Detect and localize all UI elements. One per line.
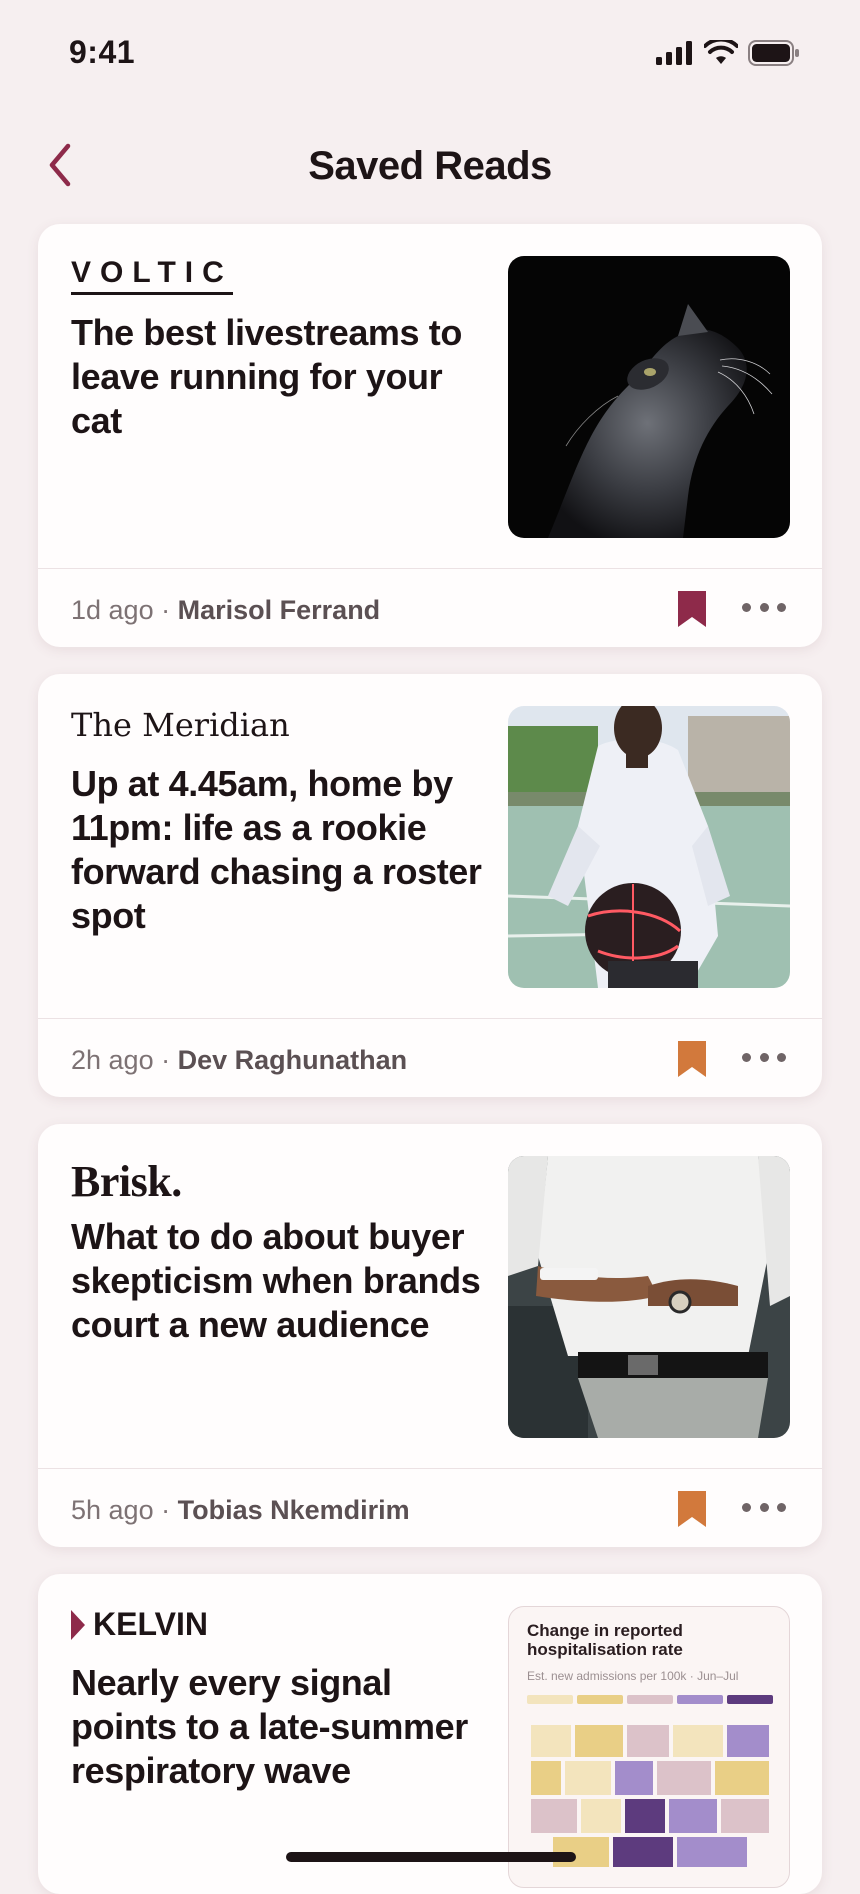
more-dot-icon: [742, 602, 751, 612]
article-meta: 5h ago · Tobias Nkemdirim: [71, 1495, 410, 1526]
publication-name: Brisk.: [71, 1157, 182, 1206]
home-indicator: [286, 1852, 576, 1862]
more-options-button[interactable]: [742, 597, 786, 617]
more-dot-icon: [759, 602, 769, 612]
battery-icon: [748, 40, 799, 66]
meta-separator: ·: [161, 595, 171, 625]
publication-name: KELVIN: [71, 1606, 491, 1643]
meta-separator: ·: [161, 1045, 171, 1075]
article-age: 2h ago: [71, 1045, 154, 1075]
meta-separator: ·: [161, 1495, 171, 1525]
bookmark-icon[interactable]: [678, 1491, 706, 1527]
more-dot-icon: [742, 1502, 751, 1512]
article-meta: 1d ago · Marisol Ferrand: [71, 595, 380, 626]
more-options-button[interactable]: [742, 1497, 786, 1517]
article-thumbnail[interactable]: [508, 1156, 790, 1438]
more-options-button[interactable]: [742, 1047, 786, 1067]
article-author: Tobias Nkemdirim: [177, 1495, 410, 1525]
article-card[interactable]: Brisk. What to do about buyer skepticism…: [38, 1124, 822, 1547]
status-time: 9:41: [69, 34, 136, 70]
bookmark-icon[interactable]: [678, 591, 706, 627]
article-author: Marisol Ferrand: [177, 595, 381, 625]
article-card[interactable]: The Meridian Up at 4.45am, home by 11pm:…: [38, 674, 822, 1097]
article-author: Dev Raghunathan: [177, 1045, 408, 1075]
article-title[interactable]: Nearly every signal points to a late-sum…: [71, 1661, 491, 1793]
article-meta: 2h ago · Dev Raghunathan: [71, 1045, 407, 1076]
kelvin-logo-mark-icon: [71, 1609, 85, 1640]
publication-name: VOLTIC: [71, 256, 233, 295]
wifi-icon: [704, 40, 738, 64]
article-card[interactable]: KELVIN Nearly every signal points to a l…: [38, 1574, 822, 1894]
article-thumbnail[interactable]: [508, 706, 790, 988]
status-icons: [656, 40, 800, 66]
navigation-bar: Saved Reads: [0, 120, 860, 220]
article-thumbnail[interactable]: [508, 256, 790, 538]
more-dot-icon: [759, 1502, 769, 1512]
basketball-player-photo: [508, 706, 790, 988]
more-dot-icon: [777, 1052, 786, 1062]
article-title[interactable]: Up at 4.45am, home by 11pm: life as a ro…: [71, 762, 491, 938]
man-with-phone-photo: [508, 1156, 790, 1438]
publication-label: KELVIN: [93, 1606, 208, 1642]
more-dot-icon: [777, 1502, 786, 1512]
article-age: 1d ago: [71, 595, 154, 625]
article-title[interactable]: The best livestreams to leave running fo…: [71, 311, 491, 443]
cellular-signal-icon: [656, 41, 692, 65]
heatmap-chart: [527, 1695, 773, 1867]
status-bar: 9:41: [0, 0, 860, 100]
publication-name: The Meridian: [71, 706, 290, 744]
more-dot-icon: [777, 602, 786, 612]
page-title: Saved Reads: [308, 144, 552, 188]
article-thumbnail[interactable]: Change in reported hospitalisation rate …: [508, 1606, 790, 1888]
bookmark-icon[interactable]: [678, 1041, 706, 1077]
article-card[interactable]: VOLTIC The best livestreams to leave run…: [38, 224, 822, 647]
article-age: 5h ago: [71, 1495, 154, 1525]
more-dot-icon: [759, 1052, 769, 1062]
more-dot-icon: [742, 1052, 751, 1062]
article-title[interactable]: What to do about buyer skepticism when b…: [71, 1215, 491, 1347]
cat-photo: [508, 256, 790, 538]
